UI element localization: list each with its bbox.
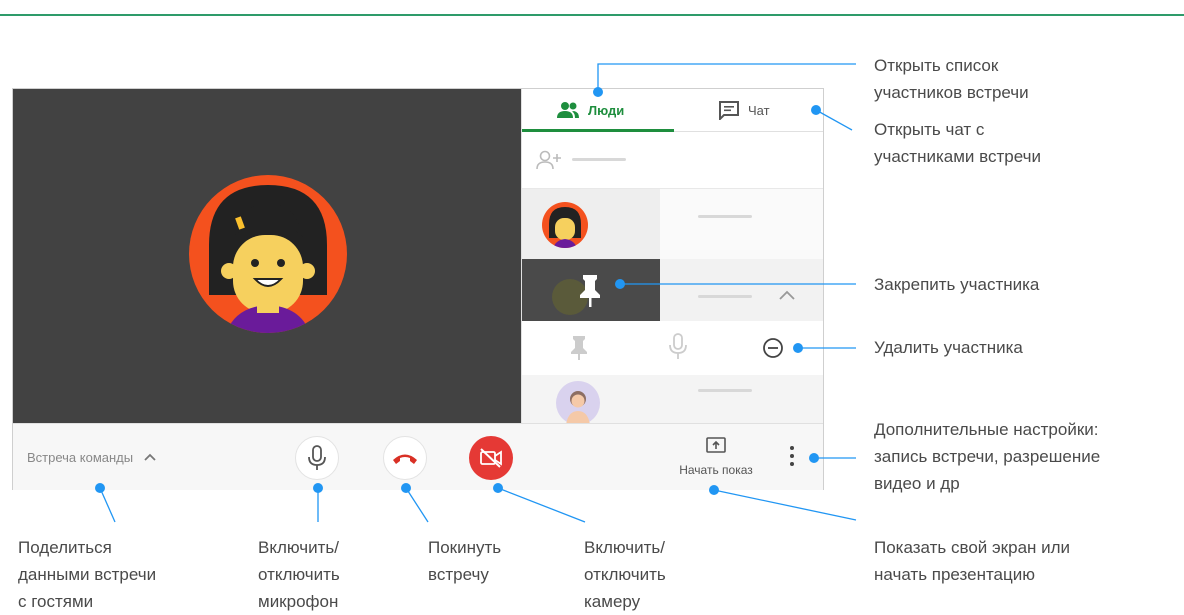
participant-row[interactable]	[522, 189, 823, 259]
annotation-remove: Удалить участника	[874, 338, 1023, 357]
meeting-details-button[interactable]: Встреча команды	[27, 450, 157, 465]
meeting-name: Встреча команды	[27, 450, 134, 465]
hang-up-icon	[393, 454, 417, 464]
camera-off-icon	[480, 448, 502, 468]
people-icon	[557, 102, 579, 118]
leave-call-button[interactable]	[383, 436, 427, 480]
participant-name-placeholder	[698, 295, 752, 298]
tab-chat-label: Чат	[748, 102, 770, 118]
chat-icon	[719, 101, 739, 120]
camera-button[interactable]	[469, 436, 513, 480]
more-options-button[interactable]	[788, 446, 796, 470]
participant-avatar-large	[189, 175, 347, 333]
annotation-mic: Включить/ отключить микрофон	[258, 538, 340, 611]
present-screen-icon	[706, 437, 726, 453]
participant-row[interactable]	[522, 375, 823, 423]
meeting-controls-bar: Встреча команды Начать показ	[13, 423, 823, 490]
annotation-chat: Открыть чат с участниками встречи	[874, 120, 1041, 166]
pin-icon[interactable]	[578, 273, 602, 309]
panel-tabs: Люди Чат	[522, 89, 823, 132]
annotation-camera: Включить/ отключить камеру	[584, 538, 666, 611]
annotation-people-list: Открыть список участников встречи	[874, 56, 1029, 102]
participant-row-hovered[interactable]	[522, 259, 823, 321]
add-person-icon	[536, 150, 561, 170]
pin-icon[interactable]	[570, 335, 588, 361]
tab-people-label: Люди	[588, 102, 625, 118]
participant-name-placeholder	[698, 215, 752, 218]
more-vert-icon	[788, 446, 796, 466]
tab-chat[interactable]: Чат	[718, 89, 770, 131]
participant-row-avatar-area	[522, 189, 660, 259]
meeting-window: Люди Чат Встреча команды Начать показ	[12, 88, 824, 490]
annotation-leave: Покинуть встречу	[428, 538, 502, 584]
participant-row-overlay	[522, 259, 660, 321]
present-label: Начать показ	[679, 463, 753, 477]
top-divider-line	[0, 14, 1184, 16]
main-video-area	[13, 89, 521, 423]
annotation-pin: Закрепить участника	[874, 275, 1040, 294]
chevron-up-icon	[144, 453, 156, 461]
annotation-more-settings: Дополнительные настройки: запись встречи…	[874, 420, 1101, 493]
microphone-button[interactable]	[295, 436, 339, 480]
annotation-present: Показать свой экран или начать презентац…	[874, 538, 1071, 584]
participant-name-placeholder	[698, 389, 752, 392]
chevron-up-icon[interactable]	[778, 289, 796, 301]
participants-panel: Люди Чат	[521, 89, 823, 423]
participant-avatar	[542, 202, 588, 248]
remove-circle-icon[interactable]	[762, 337, 784, 359]
participant-actions-row	[522, 321, 823, 376]
annotation-share: Поделиться данными встречи с гостями	[18, 538, 157, 611]
microphone-icon[interactable]	[668, 333, 688, 361]
microphone-icon	[308, 445, 326, 470]
placeholder-text	[572, 158, 626, 161]
tab-people[interactable]: Люди	[556, 89, 624, 131]
present-screen-button[interactable]: Начать показ	[661, 436, 771, 477]
add-participant-row[interactable]	[522, 132, 823, 189]
participant-avatar	[556, 381, 600, 423]
